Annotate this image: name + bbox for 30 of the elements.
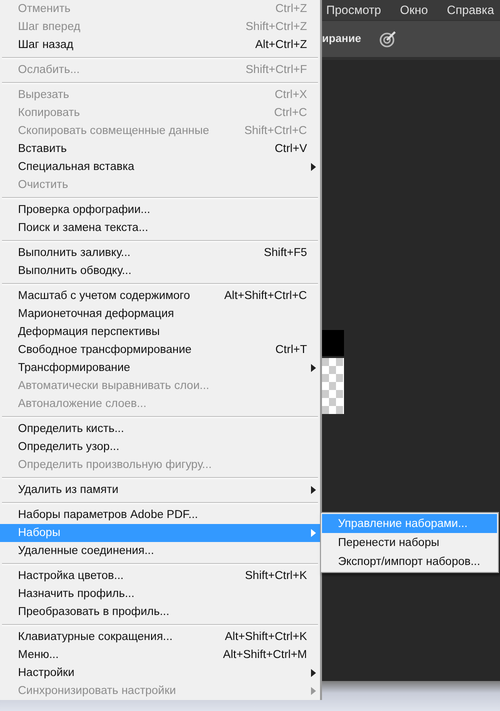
menu-item[interactable]: Специальная вставка	[0, 158, 320, 176]
menu-bar-item[interactable]: Справка	[446, 3, 494, 17]
menu-item[interactable]: Назначить профиль...	[0, 585, 320, 603]
menu-item[interactable]: Экспорт/импорт наборов...	[322, 552, 497, 571]
menu-item[interactable]: Удаленные соединения...	[0, 542, 320, 560]
menu-bar-item[interactable]: Просмотр	[326, 3, 382, 17]
menu-item[interactable]: Клавиатурные сокращения... Alt+Shift+Ctrl+K	[0, 628, 320, 646]
menu-item[interactable]: Выполнить обводку...	[0, 262, 320, 280]
menu-item[interactable]: Выполнить заливку... Shift+F5	[0, 244, 320, 262]
menu-item[interactable]: Вставить Ctrl+V	[0, 140, 320, 158]
toolbar-label: ирание	[322, 33, 362, 45]
menu-item[interactable]: Меню... Alt+Shift+Ctrl+M	[0, 646, 320, 664]
menu-bar-item[interactable]: Окно	[400, 3, 428, 17]
menu-item[interactable]: Трансформирование	[0, 359, 320, 377]
menu-item[interactable]: Шаг назад Alt+Ctrl+Z	[0, 36, 320, 54]
menu-item[interactable]: Деформация перспективы	[0, 323, 320, 341]
menu-item[interactable]: Поиск и замена текста...	[0, 219, 320, 237]
menu-item[interactable]: Удалить из памяти	[0, 481, 320, 499]
menu-item[interactable]: Настройки	[0, 664, 320, 682]
menu-item[interactable]: Настройка цветов... Shift+Ctrl+K	[0, 567, 320, 585]
menu-item[interactable]: Марионеточная деформация	[0, 305, 320, 323]
menu-item[interactable]: Проверка орфографии...	[0, 201, 320, 219]
menu-item[interactable]: Определить узор...	[0, 438, 320, 456]
menu-item[interactable]: Масштаб с учетом содержимого Alt+Shift+Ctrl+C	[0, 287, 320, 305]
menu-item[interactable]: Наборы параметров Adobe PDF...	[0, 506, 320, 524]
menu-item[interactable]: Преобразовать в профиль...	[0, 603, 320, 621]
menu-item[interactable]: Свободное трансформирование Ctrl+T	[0, 341, 320, 359]
menu-item[interactable]: Перенести наборы	[322, 533, 497, 552]
target-brush-icon[interactable]	[379, 30, 398, 48]
menu-item[interactable]: Определить кисть...	[0, 420, 320, 438]
